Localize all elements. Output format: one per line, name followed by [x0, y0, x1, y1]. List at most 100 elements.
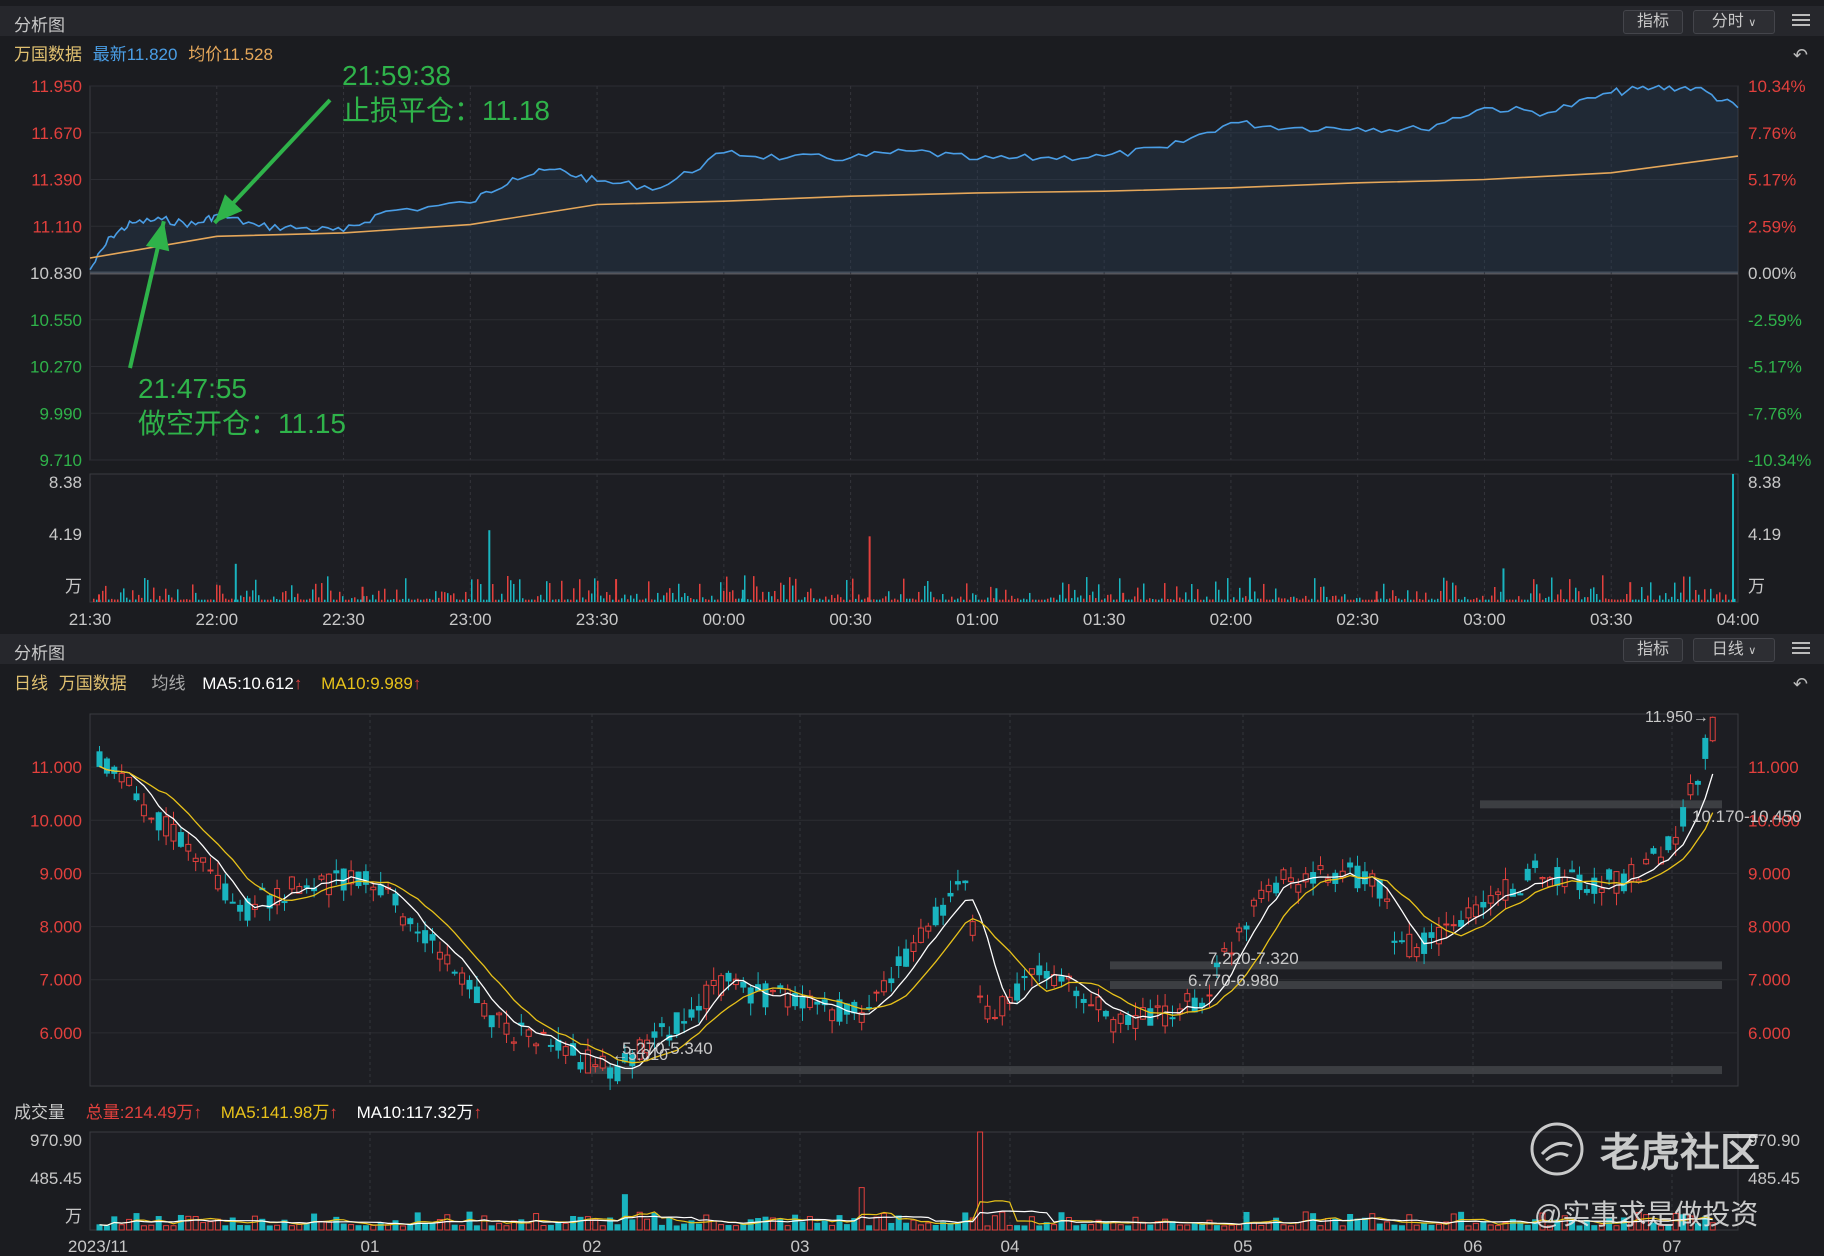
volume-bar	[840, 597, 842, 602]
volume-bar	[1050, 597, 1052, 602]
candle-body	[392, 893, 399, 906]
volume-bar	[123, 588, 125, 602]
volume-bar	[747, 599, 749, 602]
volume-bar	[366, 596, 368, 602]
volume-bar	[1491, 595, 1493, 602]
daily-volume-bar	[1487, 1224, 1494, 1231]
daily-volume-bar	[222, 1225, 229, 1231]
candle-body	[1569, 869, 1576, 873]
volume-bar	[258, 595, 260, 602]
daily-volume-bar	[858, 1187, 865, 1231]
volume-bar	[456, 599, 458, 602]
bottom-menu-icon[interactable]	[1790, 639, 1812, 657]
volume-bar	[1386, 599, 1388, 602]
volume-bar	[513, 583, 515, 602]
pct-tick-label: 0.00%	[1748, 264, 1796, 283]
date-tick-label: 2023/11	[68, 1237, 128, 1256]
candle-body	[1125, 1014, 1132, 1025]
volume-bar	[1107, 594, 1109, 602]
volume-bar	[249, 596, 251, 602]
volume-bar	[771, 596, 773, 602]
volume-bar	[1098, 584, 1100, 602]
volume-bar	[801, 599, 803, 602]
volume-bar	[1695, 589, 1697, 602]
volume-bar	[720, 582, 722, 602]
volume-bar	[933, 597, 935, 602]
candle-body	[910, 942, 917, 952]
daily-volume-bar	[1176, 1224, 1183, 1231]
volume-bar	[171, 597, 173, 602]
volume-bar	[1719, 592, 1721, 602]
volume-bar	[1002, 599, 1004, 602]
volume-bar	[1569, 579, 1571, 602]
volume-bar	[351, 598, 353, 602]
candle-body	[681, 1021, 688, 1024]
candle-body	[1236, 927, 1243, 933]
top-period-dropdown[interactable]: 分时 ∨	[1693, 10, 1775, 34]
volume-bar	[390, 599, 392, 602]
volume-bar	[888, 591, 890, 602]
bottom-indicator-button[interactable]: 指标	[1623, 638, 1683, 662]
candle-body	[769, 990, 776, 993]
volume-bar	[684, 593, 686, 602]
volume-bar	[705, 599, 707, 602]
daily-volume-bar	[1354, 1218, 1361, 1231]
volume-bar	[975, 594, 977, 602]
volume-bar	[687, 595, 689, 602]
volume-bar	[1563, 599, 1565, 602]
volume-bar	[924, 585, 926, 602]
daily-volume-bar	[577, 1216, 584, 1231]
volume-bar	[174, 599, 176, 602]
daily-volume-bar	[488, 1225, 495, 1231]
volume-bar	[411, 599, 413, 602]
daily-volume-tick-label: 970.90	[30, 1131, 82, 1150]
kline-tick-label: 8.000	[39, 918, 82, 937]
arrow-up-icon: ↑	[293, 674, 303, 693]
top-indicator-button[interactable]: 指标	[1623, 10, 1683, 34]
volume-bar	[1515, 599, 1517, 602]
price-zone-band	[1110, 961, 1722, 970]
daily-volume-bar	[806, 1216, 813, 1231]
volume-bar	[441, 591, 443, 602]
daily-volume-bar	[925, 1222, 932, 1231]
candle-body	[1606, 869, 1613, 880]
volume-spike-bar	[488, 530, 491, 602]
volume-bar	[255, 579, 257, 602]
candle-body	[1709, 716, 1716, 742]
volume-bar	[1467, 599, 1469, 602]
volume-bar	[1365, 599, 1367, 602]
volume-bar	[1689, 576, 1691, 602]
volume-bar	[774, 590, 776, 602]
date-tick-label: 02	[583, 1237, 602, 1256]
volume-bar	[360, 599, 362, 602]
candle-body	[1273, 882, 1280, 894]
daily-volume-bar	[140, 1225, 147, 1231]
bottom-panel-title: 分析图	[14, 644, 65, 663]
candle-body	[1672, 836, 1679, 845]
annotation-entry: 21:47:55 做空开仓：11.15	[138, 371, 346, 441]
volume-bar	[495, 599, 497, 602]
candle-body	[962, 880, 969, 884]
volume-bar	[1551, 577, 1553, 602]
volume-bar	[612, 599, 614, 602]
volume-bar	[864, 598, 866, 602]
volume-bar	[621, 598, 623, 602]
bottom-period-dropdown[interactable]: 日线 ∨	[1693, 638, 1775, 662]
candle-body	[229, 901, 236, 904]
volume-bar	[1545, 598, 1547, 602]
volume-bar	[405, 578, 407, 602]
candle-body	[1154, 1005, 1161, 1008]
daily-volume-bar	[917, 1224, 924, 1231]
kline-tick-label-right: 7.000	[1748, 971, 1791, 990]
daily-volume-bar	[392, 1220, 399, 1231]
top-menu-icon[interactable]	[1790, 11, 1812, 29]
volume-bar	[516, 599, 518, 602]
candle-body	[333, 870, 340, 874]
candle-body	[814, 1001, 821, 1005]
volume-bar	[336, 599, 338, 602]
candle-body	[1643, 858, 1650, 865]
volume-bar	[1260, 598, 1262, 602]
volume-bar	[333, 599, 335, 602]
bottom-reset-icon[interactable]: ↶	[1793, 669, 1808, 699]
candle-body	[843, 1003, 850, 1015]
